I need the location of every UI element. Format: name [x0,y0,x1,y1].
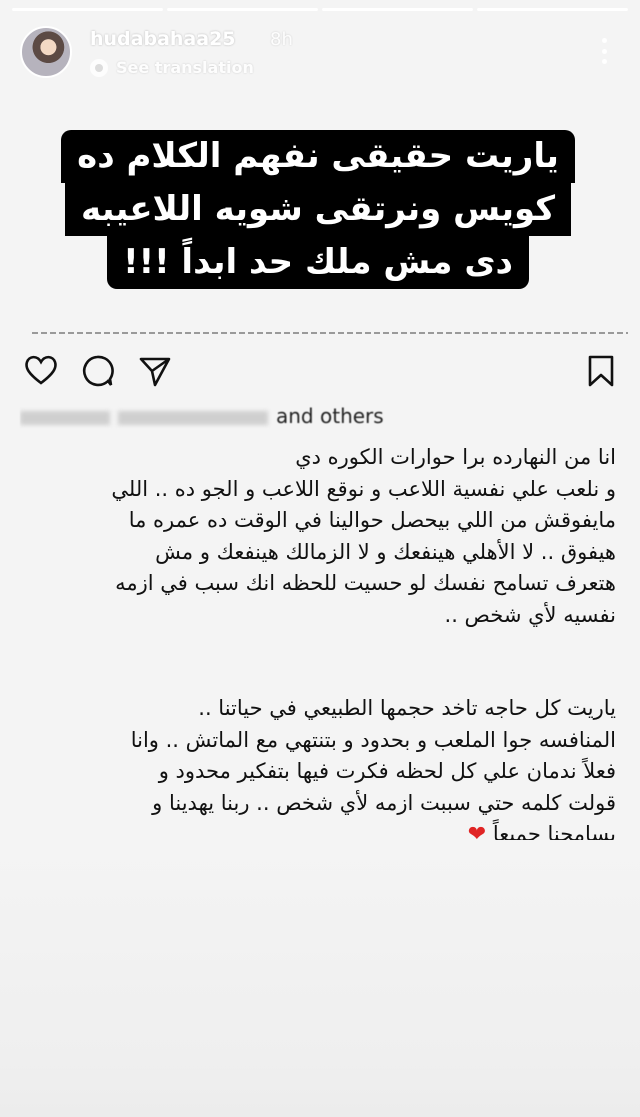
shared-post-screenshot: and others انا من النهارده برا حوارات ال… [0,332,640,878]
translate-icon [90,58,108,77]
post-actions [24,354,616,388]
caption-line: دى مش ملك حد ابداً !!! [107,236,529,289]
caption-text-line: ياريت كل حاجه تاخد حجمها الطبيعي في حيات… [198,696,616,720]
progress-segment [477,8,628,11]
bookmark-icon[interactable] [586,354,616,388]
divider [32,332,628,334]
see-translation-label: See translation [116,58,254,77]
username[interactable]: hudabahaa25 [90,28,236,50]
progress-segment [167,8,318,11]
progress-segment [12,8,163,11]
likes-text: and others [276,404,384,428]
comment-icon[interactable] [80,354,114,388]
see-translation-button[interactable]: See translation [90,58,254,77]
caption-text-line: نفسيه لأي شخص .. [444,602,616,627]
heart-outline-icon[interactable] [24,354,58,386]
caption-line: كويس ونرتقى شويه اللاعيبه [64,183,572,236]
caption-text-line: قولت كلمه حتي سببت ازمه لأي شخص .. ربنا … [152,790,616,815]
caption-text-line: و نلعب علي نفسية اللاعب و نوقع اللاعب و … [111,476,616,501]
progress-segment [322,8,473,11]
share-icon[interactable] [138,354,172,388]
caption-text-line: فعلاً ندمان علي كل لحظه فكرت فيها بتفكير… [158,759,616,783]
caption-text-line: مايفوقش من اللي بيحصل حوالينا في الوقت د… [128,508,616,532]
more-options-icon[interactable] [600,38,608,64]
story-header: hudabahaa25 8h See translation [20,22,620,82]
story-caption: ياريت حقيقى نفهم الكلام ده كويس ونرتقى ش… [61,130,575,289]
likes-summary[interactable]: and others [20,404,624,428]
caption-text-line: هتعرف تسامح نفسك لو حسيت للحظه انك سبب ف… [115,571,616,595]
story-background [0,840,640,1117]
post-time: 8h [270,29,293,50]
post-caption-text: انا من النهارده برا حوارات الكوره دي و ن… [24,442,616,882]
caption-text-line: المنافسه جوا الملعب و بحدود و بتنتهي مع … [130,727,616,752]
avatar[interactable] [20,26,72,78]
story-progress-bar [12,8,628,11]
caption-line: ياريت حقيقى نفهم الكلام ده [61,130,575,183]
caption-text-line: انا من النهارده برا حوارات الكوره دي [295,445,616,469]
caption-text-line: هيفوق .. لا الأهلي هينفعك و لا الزمالك ه… [155,539,616,564]
